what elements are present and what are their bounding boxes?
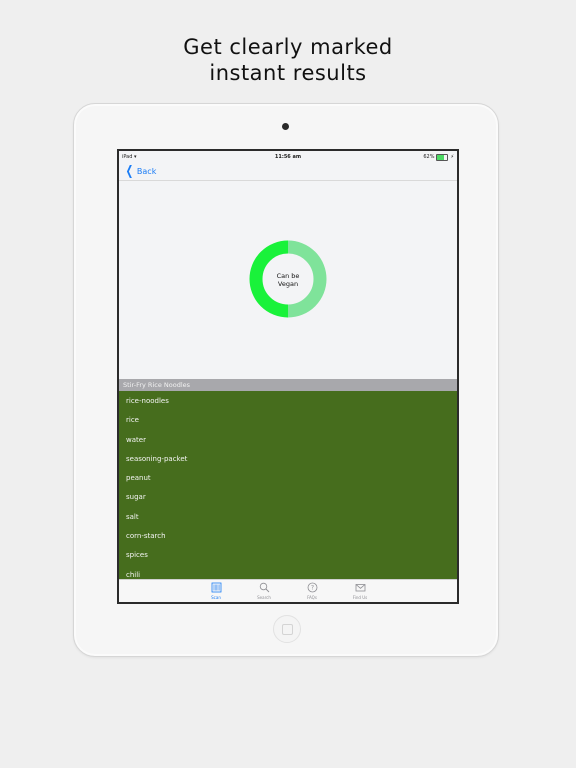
battery-icon (436, 153, 449, 161)
tab-search[interactable]: Search (249, 582, 279, 600)
ingredient-item[interactable]: peanut (119, 469, 457, 488)
battery-status: 62% ⚡ (423, 151, 454, 163)
tab-bar: Scan Search ? FAQs Find Us (119, 579, 457, 602)
result-label-line-1: Can be (276, 272, 300, 280)
battery-percent: 62% (423, 154, 435, 160)
tab-label: Scan (211, 595, 221, 600)
headline-line-2: instant results (209, 61, 367, 85)
result-label-line-2: Vegan (277, 280, 299, 288)
charging-icon: ⚡ (450, 154, 454, 160)
mail-icon (355, 584, 365, 592)
result-label: Can be Vegan (119, 272, 457, 288)
status-bar: iPad ▾ 11:56 am 62% ⚡ (119, 151, 457, 163)
ingredient-item[interactable]: corn-starch (119, 527, 457, 546)
tab-label: FAQs (307, 595, 317, 600)
app-screen: iPad ▾ 11:56 am 62% ⚡ ❮ Back Can be Vega… (117, 149, 459, 604)
ingredient-item[interactable]: chili (119, 566, 457, 579)
tab-label: Find Us (352, 595, 368, 600)
ingredient-item[interactable]: sugar (119, 488, 457, 507)
ingredient-item[interactable]: spices (119, 546, 457, 565)
camera-icon (282, 123, 289, 130)
home-button (273, 615, 301, 643)
ingredient-item[interactable]: water (119, 431, 457, 450)
home-square-icon (282, 624, 293, 635)
ingredient-item[interactable]: rice-noodles (119, 392, 457, 411)
back-label: Back (136, 167, 157, 176)
search-icon (259, 582, 269, 593)
tab-faqs[interactable]: ? FAQs (297, 582, 327, 600)
product-name-header: Stir-Fry Rice Noodles (119, 379, 457, 391)
status-time: 11:56 am (274, 154, 302, 160)
question-icon: ? (307, 582, 317, 593)
nav-bar: ❮ Back (119, 163, 457, 181)
svg-text:?: ? (310, 585, 313, 592)
tab-find-us[interactable]: Find Us (345, 582, 375, 600)
tab-label: Search (257, 595, 271, 600)
back-button[interactable]: ❮ Back (124, 164, 157, 179)
headline-line-1: Get clearly marked (183, 35, 393, 59)
tab-scan[interactable]: Scan (201, 582, 231, 600)
ingredient-list: rice-noodles rice water seasoning-packet pea… (119, 391, 457, 579)
ingredient-item[interactable]: salt (119, 508, 457, 527)
marketing-headline: Get clearly marked instant results (0, 34, 576, 86)
ingredient-item[interactable]: seasoning-packet (119, 450, 457, 469)
ingredient-item[interactable]: rice (119, 411, 457, 430)
scan-icon (211, 582, 221, 593)
chevron-left-icon: ❮ (125, 164, 134, 179)
